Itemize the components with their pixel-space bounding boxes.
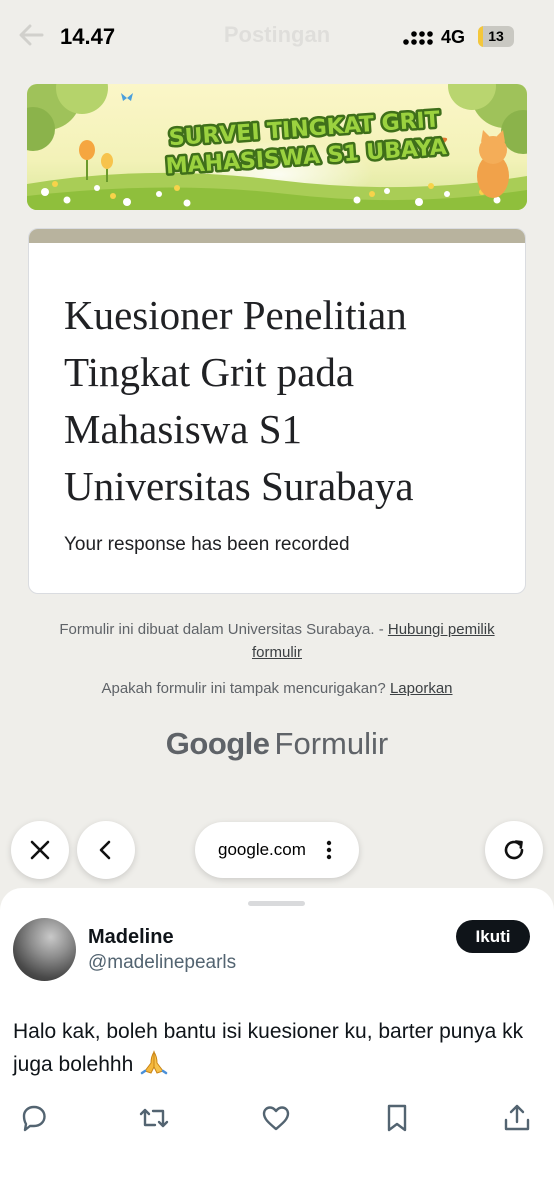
sheet-drag-handle[interactable] — [248, 901, 305, 906]
signal-strength-icon — [403, 31, 433, 45]
forms-product-text: Formulir — [274, 726, 389, 761]
author-handle[interactable]: @madelinepearls — [88, 952, 236, 974]
reply-icon — [22, 1105, 46, 1132]
like-button[interactable] — [259, 1101, 293, 1135]
status-time: 14.47 — [60, 24, 116, 49]
report-link[interactable]: Laporkan — [390, 680, 453, 697]
form-title: Kuesioner Penelitian Tingkat Grit pada M… — [64, 292, 414, 509]
form-response-card: Kuesioner Penelitian Tingkat Grit pada M… — [28, 228, 526, 594]
url-bar[interactable]: google.com — [195, 822, 359, 878]
back-button[interactable] — [77, 821, 135, 879]
author-display-name[interactable]: Madeline — [88, 926, 174, 949]
battery-icon: 13 — [478, 26, 514, 47]
tweet-sheet: Madeline @madelinepearls Ikuti Halo kak,… — [0, 888, 554, 1199]
back-icon — [99, 840, 111, 860]
status-bar: Postingan 14.47 4G 13 — [0, 0, 554, 72]
report-notice: Apakah formulir ini tampak mencurigakan?… — [50, 677, 504, 700]
bookmark-icon — [387, 1104, 407, 1132]
follow-button[interactable]: Ikuti — [456, 920, 530, 953]
avatar[interactable] — [13, 918, 76, 981]
response-confirmation: Your response has been recorded — [64, 534, 350, 555]
battery-level: 13 — [488, 28, 504, 44]
report-question-text: Apakah formulir ini tampak mencurigakan? — [101, 680, 390, 697]
reload-icon — [504, 840, 524, 860]
folded-hands-emoji — [140, 1050, 168, 1075]
google-brand-text: Google — [165, 726, 270, 761]
retweet-button[interactable] — [137, 1101, 171, 1135]
reload-button[interactable] — [485, 821, 543, 879]
url-text: google.com — [218, 840, 306, 859]
retweet-icon — [139, 1108, 169, 1128]
more-vertical-icon[interactable] — [326, 839, 332, 861]
form-origin-notice: Formulir ini dibuat dalam Universitas Su… — [50, 618, 504, 664]
card-accent-strip — [29, 229, 525, 243]
reply-button[interactable] — [17, 1101, 51, 1135]
share-icon — [504, 1104, 530, 1131]
close-button[interactable] — [11, 821, 69, 879]
close-icon — [30, 840, 50, 860]
like-icon — [262, 1106, 290, 1131]
tweet-text: Halo kak, boleh bantu isi kuesioner ku, … — [13, 1015, 533, 1081]
form-header-banner: SURVEI TINGKAT GRIT SURVEI TINGKAT GRIT … — [27, 84, 527, 210]
google-forms-logo: Google Formulir — [0, 726, 554, 762]
form-origin-text: Formulir ini dibuat dalam Universitas Su… — [59, 621, 388, 638]
network-type: 4G — [441, 27, 466, 47]
bookmark-button[interactable] — [380, 1101, 414, 1135]
banner-illustration: SURVEI TINGKAT GRIT SURVEI TINGKAT GRIT … — [27, 84, 527, 210]
share-button[interactable] — [500, 1101, 534, 1135]
tweet-text-body: Halo kak, boleh bantu isi kuesioner ku, … — [13, 1020, 524, 1076]
